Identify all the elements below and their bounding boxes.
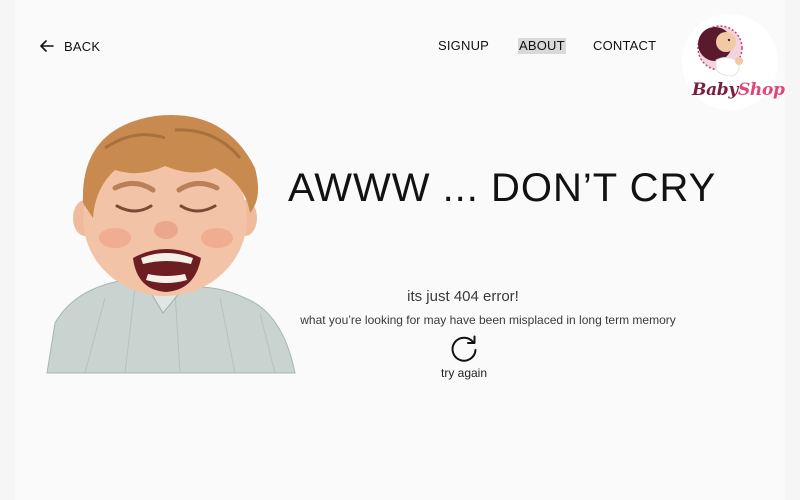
brand-logo-text: BabyShop <box>692 80 785 100</box>
refresh-icon <box>451 335 477 362</box>
try-again-label: try again <box>440 366 488 380</box>
crying-toddler-illustration <box>46 115 296 374</box>
nav-signup[interactable]: SIGNUP <box>438 38 489 54</box>
nav-about[interactable]: ABOUT <box>518 38 566 54</box>
nav-contact[interactable]: CONTACT <box>593 38 656 54</box>
logo-text-shop: Shop <box>737 80 785 100</box>
back-button[interactable]: BACK <box>40 38 100 54</box>
logo-text-baby: Baby <box>692 80 738 100</box>
error-subtitle: its just 404 error! <box>407 288 519 305</box>
error-headline: AWWW ... DON’T CRY <box>288 166 717 210</box>
arrow-left-icon <box>40 40 54 52</box>
back-label: BACK <box>64 38 101 54</box>
error-description: what you’re looking for may have been mi… <box>300 313 676 327</box>
try-again-button[interactable]: try again <box>434 334 494 380</box>
